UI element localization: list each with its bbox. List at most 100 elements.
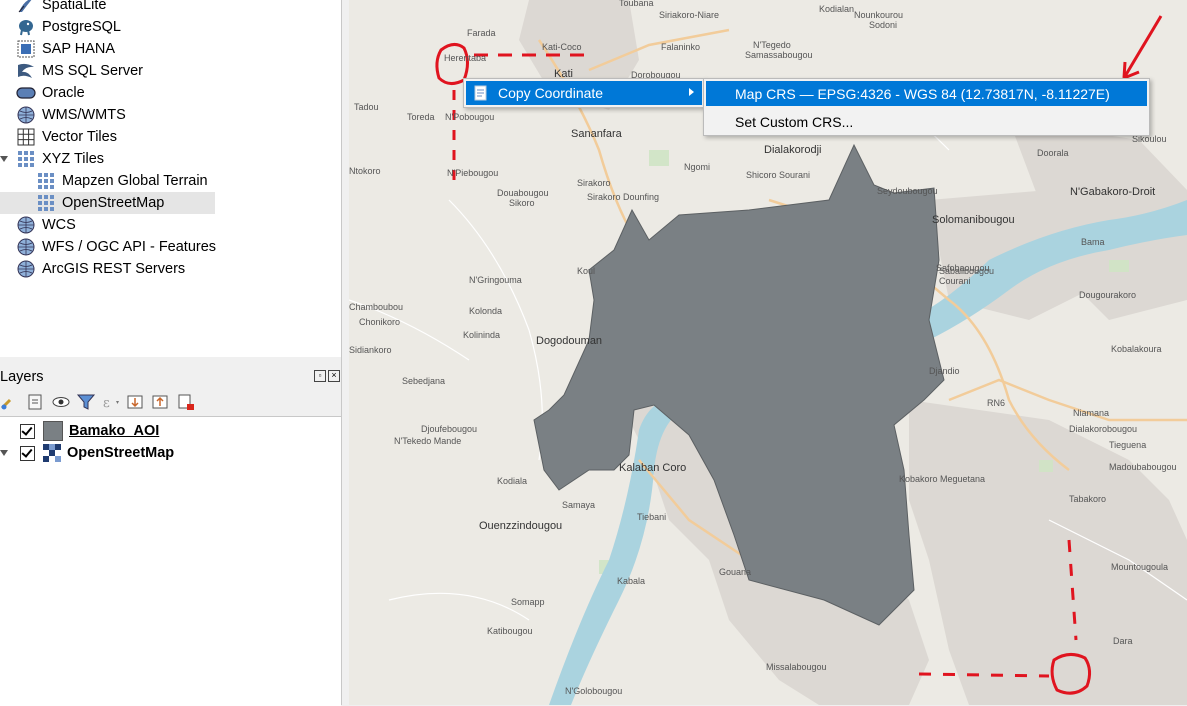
map-place-label: Sirakoro Dounfing bbox=[587, 192, 660, 202]
remove-layer-icon[interactable] bbox=[175, 392, 197, 412]
map-place-label: Tadou bbox=[354, 102, 379, 112]
vector-tiles-grid-icon bbox=[16, 128, 36, 146]
map-place-label: Sananfara bbox=[571, 128, 622, 140]
menu-item-label: Map CRS — EPSG:4326 - WGS 84 (12.73817N,… bbox=[735, 85, 1110, 102]
browser-item-mapzen[interactable]: Mapzen Global Terrain bbox=[36, 170, 208, 192]
layer-label: Bamako_AOI bbox=[69, 423, 160, 439]
browser-item-xyz-tiles[interactable]: XYZ Tiles bbox=[16, 148, 104, 170]
browser-item-openstreetmap[interactable]: OpenStreetMap bbox=[0, 192, 215, 214]
browser-panel: SpatiaLite PostgreSQL SAP HANA MS SQL Se… bbox=[0, 0, 341, 357]
collapse-all-icon[interactable] bbox=[150, 392, 172, 412]
globe-icon bbox=[16, 106, 36, 124]
map-place-label: Somapp bbox=[511, 597, 545, 607]
map-place-label: Kobakoro Meguetana bbox=[899, 474, 986, 484]
map-place-label: Kalaban Coro bbox=[619, 462, 687, 474]
map-place-label: Missalabougou bbox=[766, 662, 827, 672]
polygon-symbol-icon bbox=[43, 421, 63, 441]
browser-item-wfs[interactable]: WFS / OGC API - Features bbox=[16, 236, 216, 258]
browser-item-label: WFS / OGC API - Features bbox=[42, 239, 217, 255]
browser-item-label: WCS bbox=[42, 217, 76, 233]
map-place-label: Mountougoula bbox=[1111, 562, 1169, 572]
layer-visibility-checkbox[interactable] bbox=[20, 445, 35, 461]
map-place-label: Gouana bbox=[719, 567, 752, 577]
menu-item-copy-coordinate[interactable]: Copy Coordinate bbox=[466, 81, 702, 105]
road-shield-label: RN6 bbox=[987, 398, 1006, 408]
spatialite-icon bbox=[16, 0, 36, 14]
menu-item-set-custom-crs[interactable]: Set Custom CRS... bbox=[706, 109, 1147, 134]
browser-item-spatialite[interactable]: SpatiaLite bbox=[16, 0, 107, 16]
map-place-label: Madoubabougou bbox=[1109, 462, 1177, 472]
map-place-label: Doorala bbox=[1037, 148, 1069, 158]
map-place-label: Douabougou bbox=[497, 188, 549, 198]
browser-item-sap-hana[interactable]: SAP HANA bbox=[16, 38, 115, 60]
map-place-label: Toubana bbox=[619, 0, 654, 8]
map-place-label: N'Piebougou bbox=[447, 168, 499, 178]
browser-item-wcs[interactable]: WCS bbox=[16, 214, 76, 236]
map-place-label: Ntokoro bbox=[349, 166, 381, 176]
map-place-label: Farada bbox=[467, 28, 496, 38]
map-place-label: Solomanibougou bbox=[932, 214, 1015, 226]
expand-all-icon[interactable] bbox=[125, 392, 147, 412]
map-place-label: Dougourakoro bbox=[1079, 290, 1137, 300]
browser-item-label: Vector Tiles bbox=[42, 129, 117, 145]
map-place-label: Chamboubou bbox=[349, 302, 404, 312]
map-place-label: Koul bbox=[577, 266, 596, 276]
globe-icon bbox=[16, 216, 36, 234]
layer-row-bamako-aoi[interactable]: Bamako_AOI bbox=[20, 420, 159, 442]
map-place-label: Kodialan bbox=[819, 4, 855, 14]
map-place-label: Herentaba bbox=[444, 53, 487, 63]
panel-splitter[interactable]: .... bbox=[0, 357, 341, 368]
map-place-label: Djoufebougou bbox=[421, 424, 478, 434]
browser-item-oracle[interactable]: Oracle bbox=[16, 82, 85, 104]
map-place-label: Dogodouman bbox=[536, 335, 603, 347]
browser-item-label: SpatiaLite bbox=[42, 0, 107, 13]
layers-panel-title: Layers bbox=[0, 369, 44, 385]
layer-row-openstreetmap[interactable]: OpenStreetMap bbox=[20, 442, 174, 464]
menu-item-map-crs[interactable]: Map CRS — EPSG:4326 - WGS 84 (12.73817N,… bbox=[706, 81, 1147, 106]
float-panel-icon[interactable]: ▫ bbox=[314, 370, 326, 382]
map-place-label: Djandio bbox=[929, 366, 960, 376]
browser-item-label: Mapzen Global Terrain bbox=[62, 173, 208, 189]
map-place-label: Ngomi bbox=[684, 162, 711, 172]
map-place-label: Siriakoro-Niare bbox=[659, 10, 720, 20]
chevron-down-icon[interactable] bbox=[0, 156, 8, 162]
browser-item-mssql[interactable]: MS SQL Server bbox=[16, 60, 143, 82]
map-place-label: Dara bbox=[1113, 636, 1133, 646]
globe-icon bbox=[16, 260, 36, 278]
map-place-label: N'Gabakoro-Droit bbox=[1070, 186, 1156, 198]
browser-item-arcgis-rest[interactable]: ArcGIS REST Servers bbox=[16, 258, 185, 280]
layers-toolbar: ε bbox=[0, 390, 341, 414]
layers-list: Bamako_AOI OpenStreetMap bbox=[0, 416, 341, 706]
layer-style-brush-icon[interactable] bbox=[0, 392, 22, 412]
map-place-label: Falaninko bbox=[661, 42, 701, 52]
map-place-label: Sirakoro bbox=[577, 178, 611, 188]
submenu-arrow-icon bbox=[689, 88, 694, 96]
menu-item-label: Copy Coordinate bbox=[498, 85, 604, 101]
map-place-label: N'Tegedo bbox=[753, 40, 791, 50]
browser-item-wms[interactable]: WMS/WMTS bbox=[16, 104, 126, 126]
map-place-label: Seydoubougou bbox=[877, 186, 938, 196]
browser-item-postgresql[interactable]: PostgreSQL bbox=[16, 16, 121, 38]
filter-legend-icon[interactable] bbox=[75, 392, 97, 412]
map-place-label: N'Gringouma bbox=[469, 275, 522, 285]
add-group-icon[interactable] bbox=[25, 392, 47, 412]
chevron-down-icon[interactable] bbox=[0, 450, 8, 456]
layer-visibility-checkbox[interactable] bbox=[20, 423, 35, 439]
map-place-label: Kati-Coco bbox=[542, 42, 582, 52]
map-place-label: Tabakoro bbox=[1069, 494, 1107, 504]
filter-expression-icon[interactable]: ε bbox=[100, 392, 122, 412]
map-place-label: N'Pobougou bbox=[445, 112, 495, 122]
map-place-label: Chonikoro bbox=[359, 317, 401, 327]
map-place-label: Sidiankoro bbox=[349, 345, 392, 355]
close-icon[interactable]: × bbox=[328, 370, 340, 382]
xyz-tile-grid-icon bbox=[36, 194, 56, 212]
context-menu: Copy Coordinate bbox=[463, 78, 705, 108]
browser-item-vector-tiles[interactable]: Vector Tiles bbox=[16, 126, 117, 148]
raster-layer-icon bbox=[43, 444, 61, 462]
map-place-label: Katibougou bbox=[487, 626, 533, 636]
manage-visibility-eye-icon[interactable] bbox=[50, 392, 72, 412]
map-place-label: Kodiala bbox=[497, 476, 528, 486]
browser-item-label: PostgreSQL bbox=[42, 19, 121, 35]
mssql-icon bbox=[16, 62, 36, 80]
oracle-icon bbox=[16, 84, 36, 102]
